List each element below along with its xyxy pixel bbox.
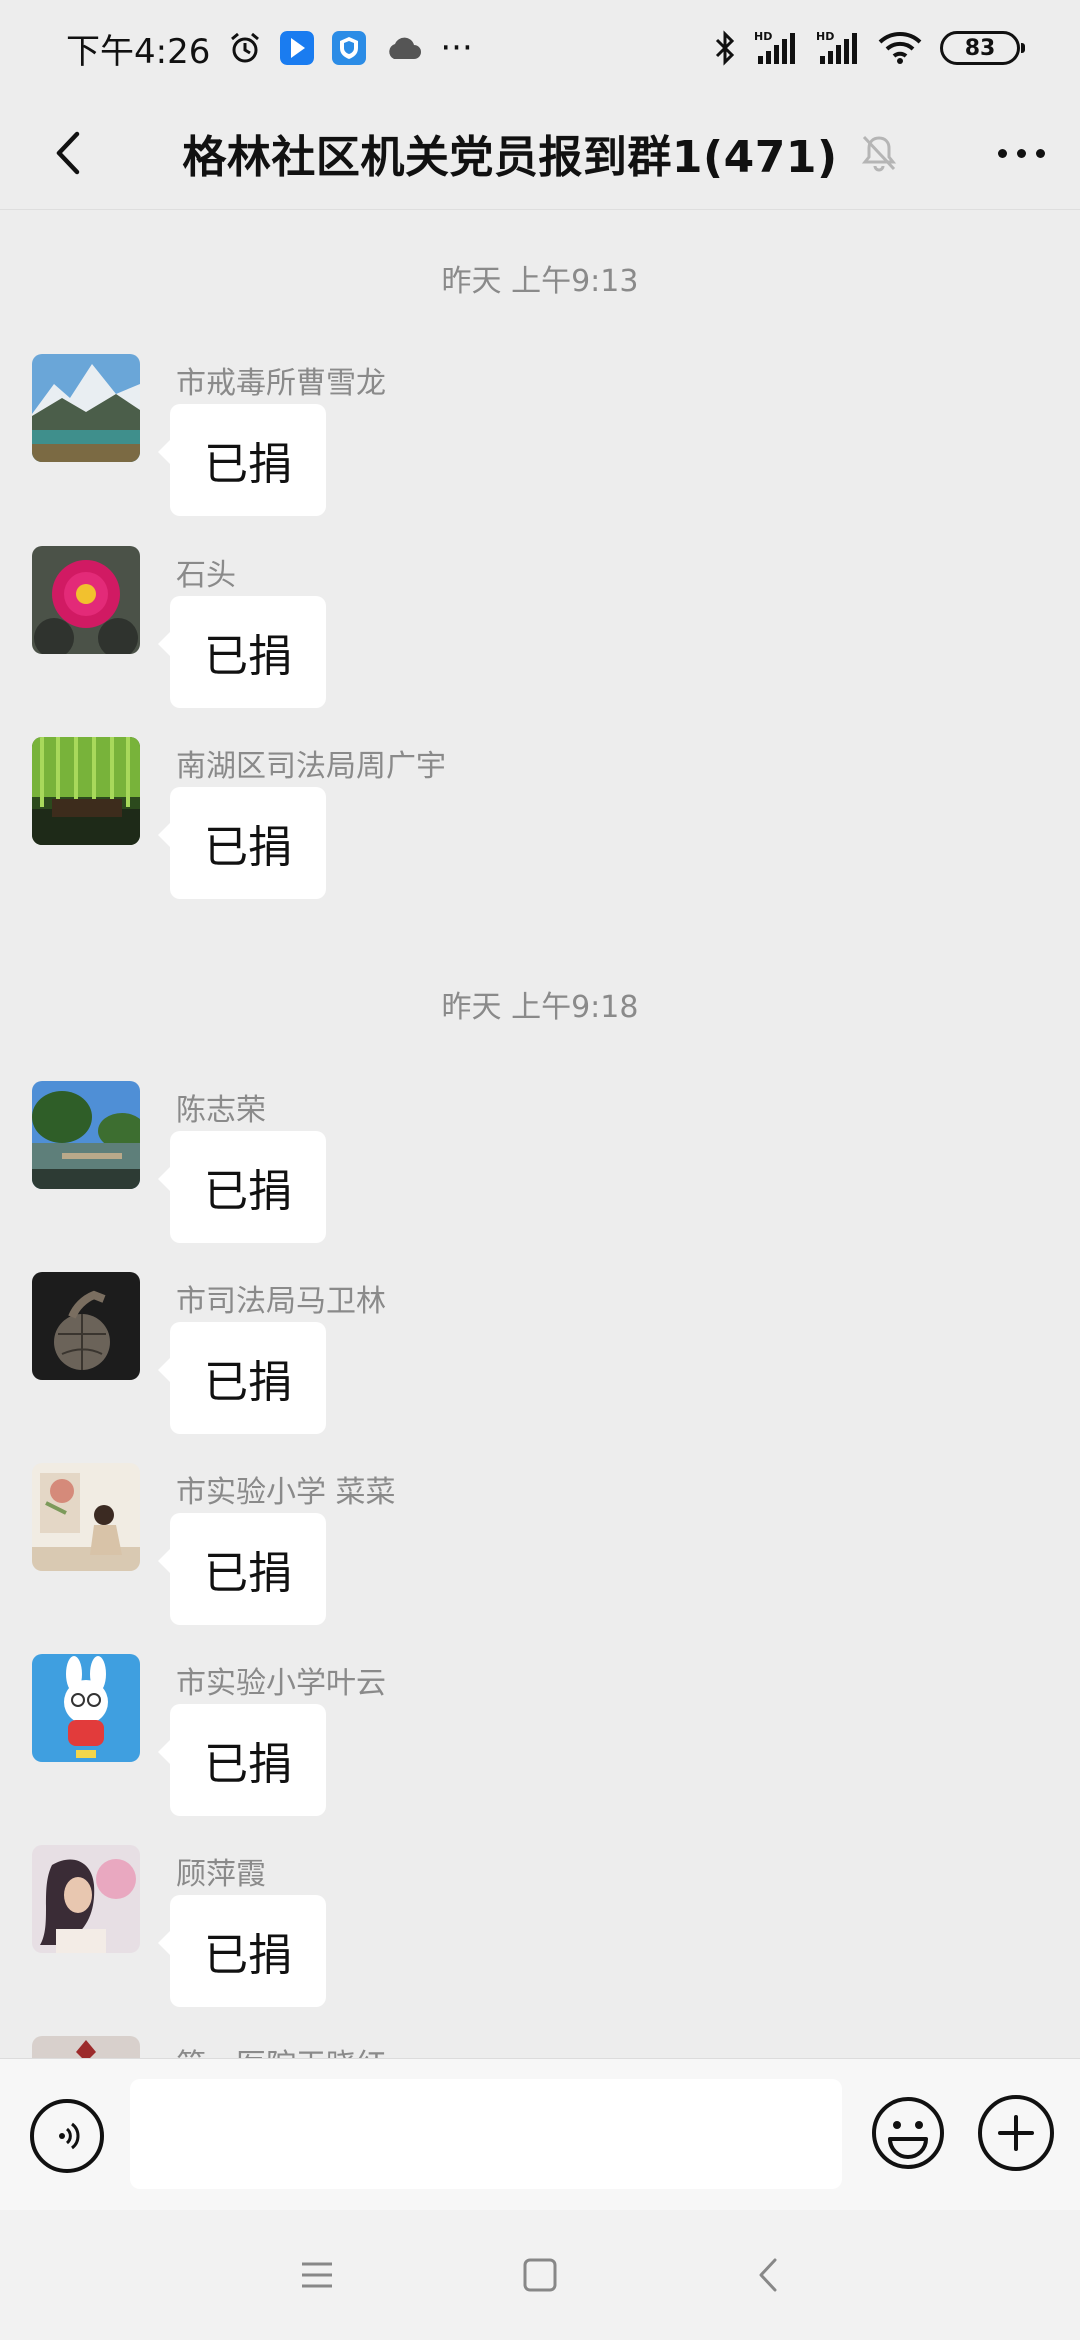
time-separator: 昨天 上午9:18 <box>441 990 639 1025</box>
avatar[interactable] <box>32 1272 140 1380</box>
avatar[interactable] <box>32 1463 140 1571</box>
plus-button[interactable] <box>978 2095 1054 2171</box>
avatar[interactable] <box>32 546 140 654</box>
message-bubble[interactable]: 已捐 <box>158 1895 326 2007</box>
message-bubble[interactable]: 已捐 <box>158 1704 326 1816</box>
message-row: 南湖区司法局周广宇 已捐 <box>0 737 1080 907</box>
sender-name: 顾萍霞 <box>176 1857 266 1892</box>
avatar[interactable] <box>32 2036 140 2058</box>
menu-nav-button[interactable] <box>282 2240 352 2310</box>
more-notifications-indicator: ··· <box>440 28 473 68</box>
back-nav-button[interactable] <box>733 2240 803 2310</box>
status-bar: 下午4:26 ··· HD HD 83 <box>0 0 1080 96</box>
time-separator: 昨天 上午9:13 <box>441 264 639 299</box>
sender-name: 南湖区司法局周广宇 <box>176 749 446 784</box>
chat-header: 格林社区机关党员报到群1(471) <box>0 96 1080 210</box>
message-row: 市司法局马卫林 已捐 <box>0 1272 1080 1442</box>
message-input[interactable] <box>130 2079 842 2189</box>
message-row: 第一医院王晓红 <box>0 2036 1080 2058</box>
message-row: 市实验小学叶云 已捐 <box>0 1654 1080 1824</box>
battery-icon: 83 <box>940 31 1025 65</box>
avatar[interactable] <box>32 1081 140 1189</box>
status-bar-right: HD HD 83 <box>714 30 1025 66</box>
message-row: 市戒毒所曹雪龙 已捐 <box>0 354 1080 524</box>
hd-signal-icon: HD <box>754 30 798 66</box>
voice-button[interactable] <box>30 2099 104 2173</box>
wifi-icon <box>878 31 922 65</box>
sender-name: 陈志荣 <box>176 1093 266 1128</box>
avatar[interactable] <box>32 1654 140 1762</box>
message-bubble[interactable]: 已捐 <box>158 1513 326 1625</box>
home-nav-button[interactable] <box>505 2240 575 2310</box>
avatar[interactable] <box>32 737 140 845</box>
alarm-icon <box>228 31 262 65</box>
emoji-button[interactable] <box>868 2093 948 2173</box>
svg-text:HD: HD <box>816 30 834 43</box>
message-row: 陈志荣 已捐 <box>0 1081 1080 1251</box>
message-bubble[interactable]: 已捐 <box>158 1131 326 1243</box>
sender-name: 市实验小学 菜菜 <box>176 1475 396 1510</box>
home-icon <box>523 2258 557 2292</box>
more-icon <box>997 148 1007 158</box>
emoji-icon <box>872 2097 944 2169</box>
message-row: 市实验小学 菜菜 已捐 <box>0 1463 1080 1633</box>
sender-name: 市实验小学叶云 <box>176 1666 386 1701</box>
bluetooth-icon <box>714 30 736 66</box>
app-notification-icon <box>280 31 315 65</box>
chat-title: 格林社区机关党员报到群1(471) <box>182 132 838 183</box>
message-row: 石头 已捐 <box>0 546 1080 716</box>
avatar[interactable] <box>32 354 140 462</box>
sender-name: 市司法局马卫林 <box>176 1284 386 1319</box>
status-bar-left: 下午4:26 ··· <box>66 24 473 73</box>
message-bubble[interactable]: 已捐 <box>158 1322 326 1434</box>
sender-name: 石头 <box>176 558 236 593</box>
chat-message-list[interactable]: 昨天 上午9:13 市戒毒所曹雪龙 已捐 石头 已捐 南湖区司法局周广宇 已捐 … <box>0 210 1080 2058</box>
shield-app-icon <box>332 31 367 65</box>
menu-icon <box>302 2262 332 2288</box>
avatar[interactable] <box>32 1845 140 1953</box>
cloud-icon <box>384 33 422 63</box>
voice-icon <box>59 2122 80 2150</box>
sender-name: 第一医院王晓红 <box>176 2040 386 2058</box>
mute-bell-icon <box>860 133 898 173</box>
message-row: 顾萍霞 已捐 <box>0 1845 1080 2015</box>
plus-icon <box>998 2115 1034 2151</box>
more-icon <box>1016 148 1026 158</box>
sender-name: 市戒毒所曹雪龙 <box>176 366 386 401</box>
message-bubble[interactable]: 已捐 <box>158 404 326 516</box>
message-bubble[interactable]: 已捐 <box>158 596 326 708</box>
svg-text:HD: HD <box>754 30 772 43</box>
input-bar <box>0 2058 1080 2210</box>
more-button[interactable] <box>986 118 1056 188</box>
status-time: 下午4:26 <box>66 31 211 72</box>
message-bubble[interactable]: 已捐 <box>158 787 326 899</box>
more-icon <box>1035 148 1045 158</box>
hd-signal-icon: HD <box>816 30 860 66</box>
system-nav-bar <box>0 2210 1080 2340</box>
back-nav-icon <box>759 2258 777 2292</box>
title-wrap: 格林社区机关党员报到群1(471) <box>0 96 1080 210</box>
